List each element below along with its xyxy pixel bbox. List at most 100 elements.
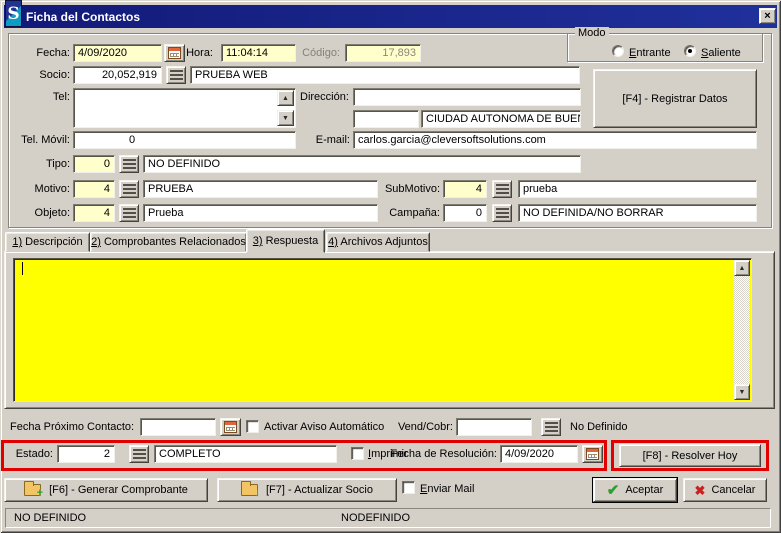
submotivo-code-field[interactable]: 4 [443,180,487,198]
folder-plus-icon: + [24,484,41,496]
socio-code-field[interactable]: 20,052,919 [73,66,162,84]
hora-field[interactable]: 11:04:14 [221,44,296,62]
tel-scroll-up-button[interactable]: ▲ [277,90,294,106]
socio-name-field[interactable]: PRUEBA WEB [190,66,580,84]
imprimir-checkbox[interactable] [351,447,364,460]
calendar-icon [168,47,181,59]
campana-desc-field[interactable]: NO DEFINIDA/NO BORRAR [518,204,757,222]
enviar-mail-label: Enviar Mail [420,483,474,496]
check-icon: ✔ [607,483,620,498]
tab-descripcion[interactable]: 1) Descripción [5,232,90,252]
calendar-icon [586,448,599,460]
aceptar-button[interactable]: ✔ Aceptar [593,478,677,502]
f8-button-label: [F8] - Resolver Hoy [643,450,738,462]
status-right-text: NODEFINIDO [341,512,410,525]
codigo-field: 17,893 [345,44,421,62]
direccion-label: Dirección: [300,91,348,104]
objeto-code-field[interactable]: 4 [73,204,115,222]
resolucion-field[interactable]: 4/09/2020 [500,445,578,463]
campana-lookup-button[interactable] [492,204,512,222]
campana-code-field[interactable]: 0 [443,204,487,222]
menu-icon [496,208,509,218]
respuesta-scrollbar[interactable] [734,260,750,400]
estado-desc-field[interactable]: COMPLETO [154,445,337,463]
respuesta-scroll-up-button[interactable]: ▲ [734,260,750,276]
motivo-code-field[interactable]: 4 [73,180,115,198]
menu-icon [545,422,558,432]
fecha-field[interactable]: 4/09/2020 [73,44,162,62]
cancelar-button-label: Cancelar [711,484,755,496]
fecha-calendar-button[interactable] [164,44,185,62]
objeto-label: Objeto: [20,207,70,220]
calendar-icon [224,421,237,433]
email-label: E-mail: [314,134,350,147]
f8-resolver-hoy-button[interactable]: [F8] - Resolver Hoy [619,444,761,467]
f7-actualizar-socio-button[interactable]: ↓ [F7] - Actualizar Socio [217,478,397,502]
resolucion-calendar-button[interactable] [582,445,603,463]
email-field[interactable]: carlos.garcia@cleversoftsolutions.com [353,131,757,149]
activar-aviso-checkbox[interactable] [246,420,259,433]
tipo-label: Tipo: [30,158,70,171]
menu-icon [170,70,183,80]
tipo-code-field[interactable]: 0 [73,155,115,173]
menu-icon [123,159,136,169]
cancelar-button[interactable]: ✖ Cancelar [683,478,767,502]
app-logo-icon: S [5,0,22,27]
menu-icon [123,184,136,194]
motivo-desc-field[interactable]: PRUEBA [143,180,378,198]
direccion-zip-field[interactable] [353,110,419,128]
fecha-label: Fecha: [20,47,70,60]
enviar-mail-checkbox[interactable] [402,481,415,494]
vend-cobr-desc: No Definido [570,421,627,434]
motivo-label: Motivo: [20,183,70,196]
submotivo-label: SubMotivo: [383,183,440,196]
tab-comprobantes-relacionados[interactable]: 2) Comprobantes Relacionados [90,232,247,252]
tel-field[interactable] [73,88,296,128]
submotivo-lookup-button[interactable] [492,180,512,198]
proximo-contacto-calendar-button[interactable] [220,418,241,436]
menu-icon [133,449,146,459]
estado-lookup-button[interactable] [129,445,149,463]
radio-entrante-label[interactable]: Entrante [629,47,671,60]
tab-archivos-adjuntos[interactable]: 4) Archivos Adjuntos [326,232,430,252]
status-left-text: NO DEFINIDO [14,512,86,525]
radio-saliente-label[interactable]: Saliente [701,47,741,60]
close-button[interactable]: × [759,8,776,24]
f4-registrar-datos-button[interactable]: [F4] - Registrar Datos [593,69,757,128]
vend-cobr-label: Vend/Cobr: [392,421,453,434]
objeto-desc-field[interactable]: Prueba [143,204,378,222]
respuesta-scroll-down-button[interactable]: ▼ [734,384,750,400]
arrow-down-icon: ▼ [739,389,746,396]
tel-movil-field[interactable]: 0 [73,131,296,149]
tipo-desc-field[interactable]: NO DEFINIDO [143,155,581,173]
motivo-lookup-button[interactable] [119,180,139,198]
f7-button-label: [F7] - Actualizar Socio [266,484,373,496]
f6-generar-comprobante-button[interactable]: + [F6] - Generar Comprobante [4,478,208,502]
socio-lookup-button[interactable] [166,66,186,84]
hora-label: Hora: [185,47,213,60]
vend-cobr-lookup-button[interactable] [541,418,561,436]
radio-entrante[interactable] [612,45,624,57]
close-icon: × [764,10,770,22]
arrow-down-icon: ▼ [282,115,289,122]
arrow-up-icon: ▲ [282,95,289,102]
tel-scroll-down-button[interactable]: ▼ [277,110,294,126]
radio-saliente[interactable] [684,45,696,57]
cross-icon: ✖ [695,484,706,497]
tel-label: Tel: [30,91,70,104]
aceptar-button-label: Aceptar [625,484,663,496]
submotivo-desc-field[interactable]: prueba [518,180,757,198]
estado-code-field[interactable]: 2 [57,445,115,463]
vend-cobr-field[interactable] [456,418,532,436]
direccion-field[interactable] [353,88,581,106]
tab-respuesta[interactable]: 3) Respuesta [246,229,325,253]
tab-label: 3) Respuesta [253,235,318,247]
objeto-lookup-button[interactable] [119,204,139,222]
title-bar[interactable]: Ficha del Contactos [4,5,777,28]
tab-label: 4) Archivos Adjuntos [328,236,428,248]
proximo-contacto-field[interactable] [140,418,216,436]
direccion-city-field[interactable]: CIUDAD AUTONOMA DE BUEN [421,110,581,128]
tipo-lookup-button[interactable] [119,155,139,173]
respuesta-textarea[interactable]: ▲ ▼ [13,258,752,402]
codigo-label: Código: [300,47,340,60]
